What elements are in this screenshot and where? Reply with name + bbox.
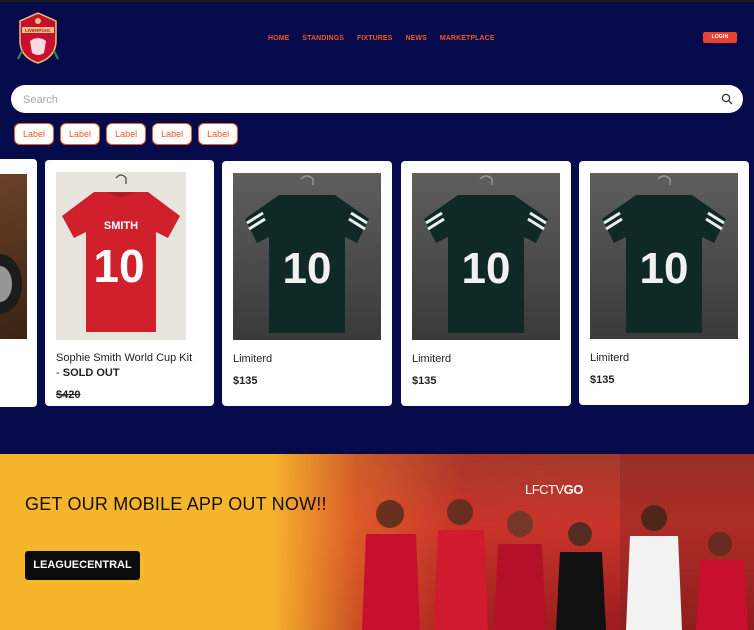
leaguecentral-button[interactable]: LEAGUECENTRAL xyxy=(25,551,140,580)
product-card[interactable]: 10 Limiterd $135 xyxy=(222,161,392,406)
shirt-number: 10 xyxy=(283,244,332,293)
product-price: $135 xyxy=(233,375,258,387)
product-image: SMITH 10 xyxy=(56,172,186,340)
shirt-name: SMITH xyxy=(104,220,138,232)
product-image: 10 xyxy=(233,173,381,340)
lfctv-logo-b: GO xyxy=(563,482,584,497)
product-image: 10 xyxy=(590,173,738,339)
product-card[interactable]: 10 Limiterd $135 xyxy=(579,161,749,405)
product-title: Limiterd xyxy=(412,353,452,365)
product-price: $420 xyxy=(56,389,81,401)
nav-home[interactable]: HOME xyxy=(268,35,289,42)
main-nav: HOME STANDINGS FIXTURES NEWS MARKETPLACE xyxy=(268,35,508,42)
filter-chip[interactable]: Label xyxy=(60,123,101,145)
lfctv-go-logo: LFCTVGO xyxy=(525,482,583,497)
sold-out-badge: SOLD OUT xyxy=(62,367,120,379)
nav-news[interactable]: NEWS xyxy=(405,35,426,42)
nav-fixtures[interactable]: FIXTURES xyxy=(357,35,392,42)
logo-text: LIVERPOOL xyxy=(25,28,51,33)
shirt-number: 10 xyxy=(462,244,511,293)
filter-chip[interactable]: Label xyxy=(14,123,55,145)
search-icon[interactable] xyxy=(721,93,733,105)
product-card[interactable]: SMITH 10 Sophie Smith World Cup Kit - SO… xyxy=(45,160,214,406)
login-button[interactable]: LOGIN xyxy=(703,32,737,43)
players-photo xyxy=(270,454,754,630)
nav-marketplace[interactable]: MARKETPLACE xyxy=(440,35,495,42)
search-bar xyxy=(11,85,743,113)
shirt-number: 10 xyxy=(640,244,689,293)
shirt-number: 10 xyxy=(93,240,144,292)
filter-chip[interactable]: Label xyxy=(198,123,239,145)
nav-standings[interactable]: STANDINGS xyxy=(302,35,344,42)
filter-chip[interactable]: Label xyxy=(152,123,193,145)
product-price: $135 xyxy=(590,374,615,386)
lfctv-logo-a: LFCTV xyxy=(525,482,564,497)
product-card-partial[interactable] xyxy=(0,159,37,407)
product-title: Sophie Smith World Cup Kit - SOLD OUT xyxy=(56,351,196,381)
filter-chip[interactable]: Label xyxy=(106,123,147,145)
product-price: $135 xyxy=(412,375,437,387)
product-title: Limiterd xyxy=(590,352,630,364)
banner-headline: GET OUR MOBILE APP OUT NOW!! xyxy=(25,494,327,514)
app-promo-banner: GET OUR MOBILE APP OUT NOW!! LEAGUECENTR… xyxy=(0,454,754,630)
product-title: Limiterd xyxy=(233,353,273,365)
product-image: 10 xyxy=(412,173,560,340)
product-image xyxy=(0,174,27,339)
search-input[interactable] xyxy=(21,90,705,110)
product-card[interactable]: 10 Limiterd $135 xyxy=(401,161,571,406)
filter-chips: Label Label Label Label Label xyxy=(14,123,244,145)
liverpool-logo[interactable]: LIVERPOOL xyxy=(16,11,60,65)
